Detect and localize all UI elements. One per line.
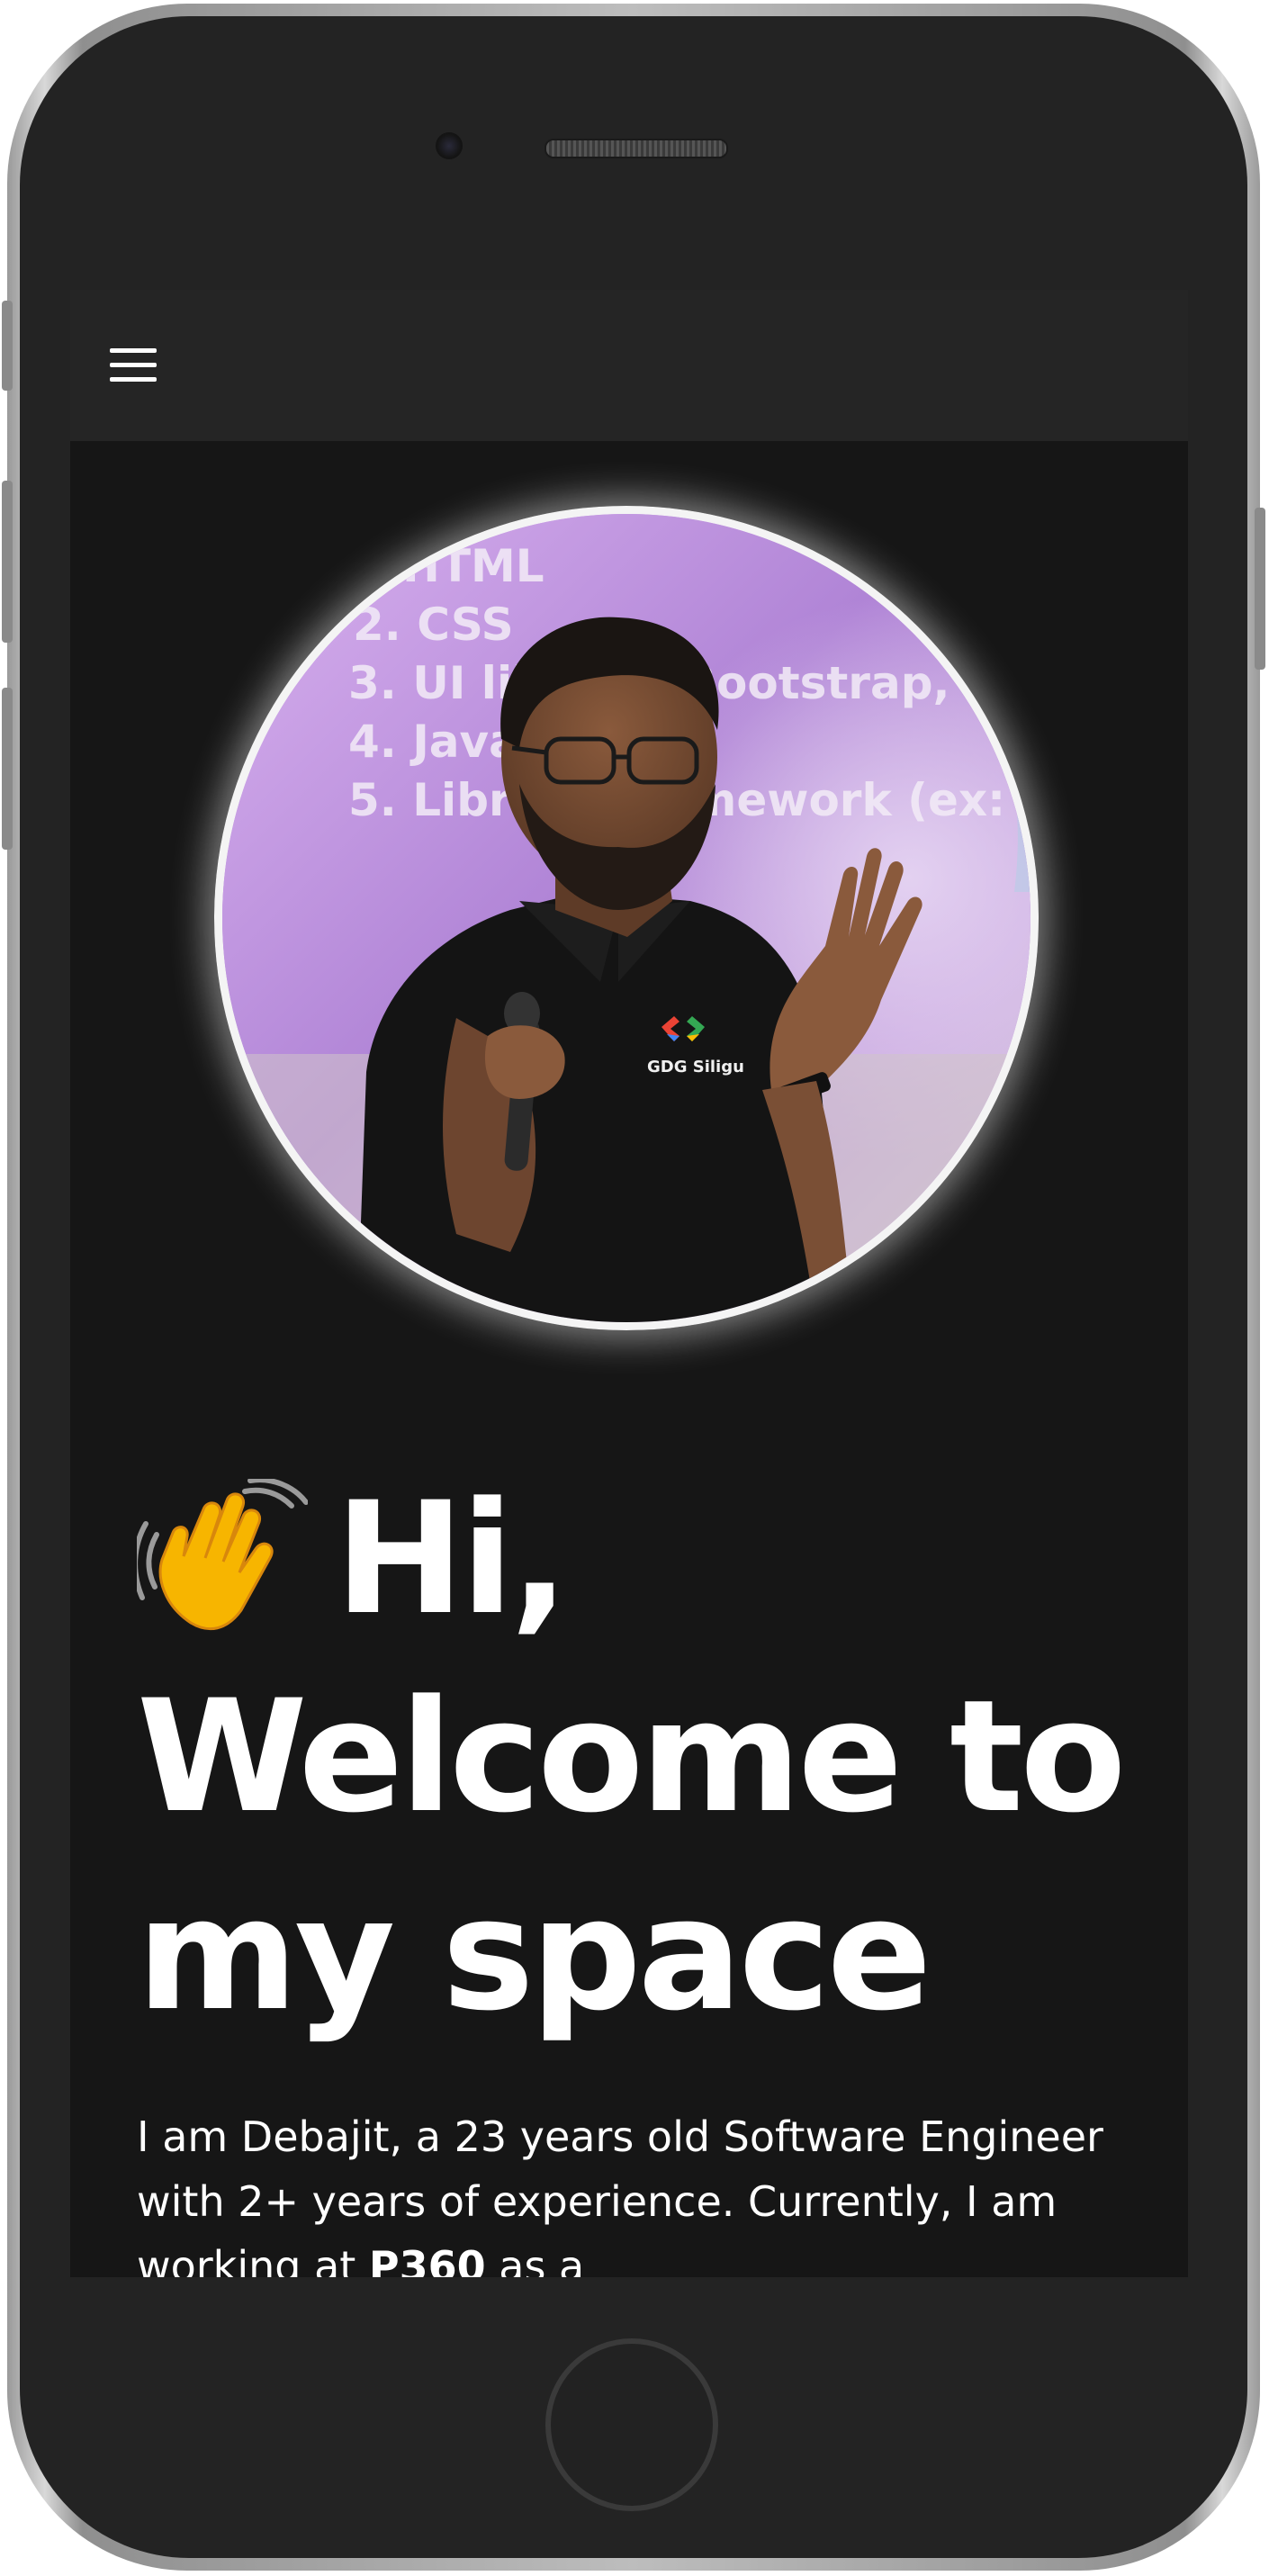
volume-down-button (2, 688, 13, 850)
shirt-text: GDG Siligu (647, 1058, 744, 1076)
screen: HTML 2. CSS 3. UI library: Bootstrap, 4.… (70, 290, 1188, 2277)
slide-text-line-2: 2. CSS (353, 599, 514, 651)
home-button (545, 2338, 718, 2511)
hero-line-2: Welcome to (137, 1666, 1126, 1847)
hero-line-1: Hi, (335, 1468, 569, 1649)
volume-up-button (2, 481, 13, 643)
power-button (1255, 508, 1265, 670)
top-nav-bar (70, 290, 1188, 441)
earpiece-speaker (544, 139, 728, 158)
slide-text-line-1: HTML (402, 540, 544, 592)
profile-photo: HTML 2. CSS 3. UI library: Bootstrap, 4.… (214, 506, 1039, 1330)
hero-headline: Hi, Welcome to my space (137, 1460, 1172, 2054)
company-name: P360 (368, 2242, 486, 2277)
front-camera (436, 132, 463, 159)
waving-hand-icon (137, 1479, 308, 1631)
hero-line-3: my space (137, 1864, 932, 2045)
intro-text-part1: I am Debajit, a 23 years old Software En… (137, 2112, 1103, 2277)
hamburger-menu-icon[interactable] (106, 340, 160, 391)
intro-paragraph: I am Debajit, a 23 years old Software En… (137, 2104, 1163, 2277)
headline-line-1: Hi, (137, 1460, 1172, 1658)
mute-switch (2, 301, 13, 391)
intro-text-part2: as a (485, 2242, 585, 2277)
